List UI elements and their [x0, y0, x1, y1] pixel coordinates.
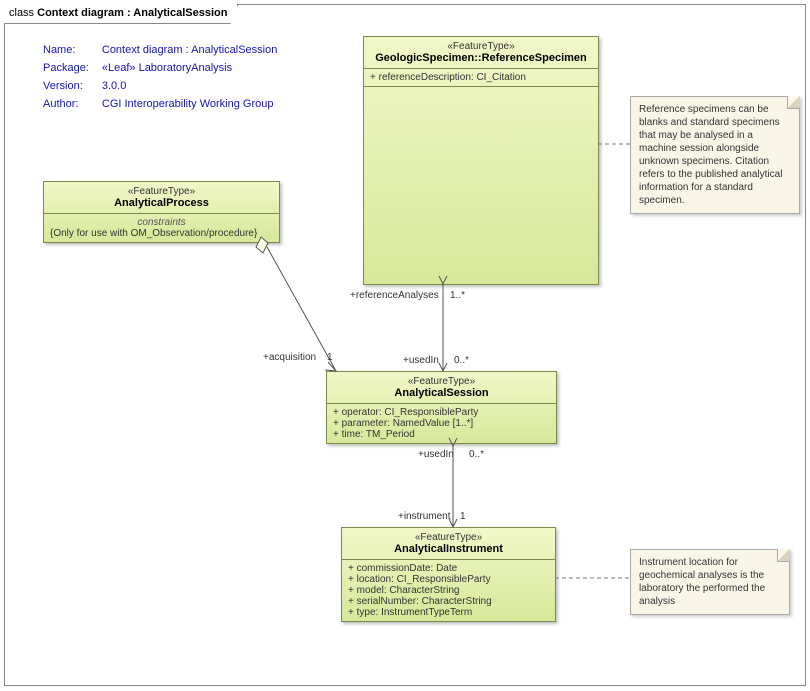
mult-instrument: 1	[460, 511, 466, 522]
mult-usedin-bot: 0..*	[469, 449, 484, 460]
role-usedin-top: +usedIn	[403, 355, 439, 366]
role-acquisition: +acquisition	[263, 352, 316, 363]
diagram-canvas: class Context diagram : AnalyticalSessio…	[0, 0, 810, 691]
mult-reference-analyses: 1..*	[450, 290, 465, 301]
role-usedin-bot: +usedIn	[418, 449, 454, 460]
mult-acquisition: 1	[327, 352, 333, 363]
connectors	[0, 0, 810, 691]
role-reference-analyses: +referenceAnalyses	[350, 290, 439, 301]
role-instrument: +instrument	[398, 511, 451, 522]
mult-usedin-top: 0..*	[454, 355, 469, 366]
